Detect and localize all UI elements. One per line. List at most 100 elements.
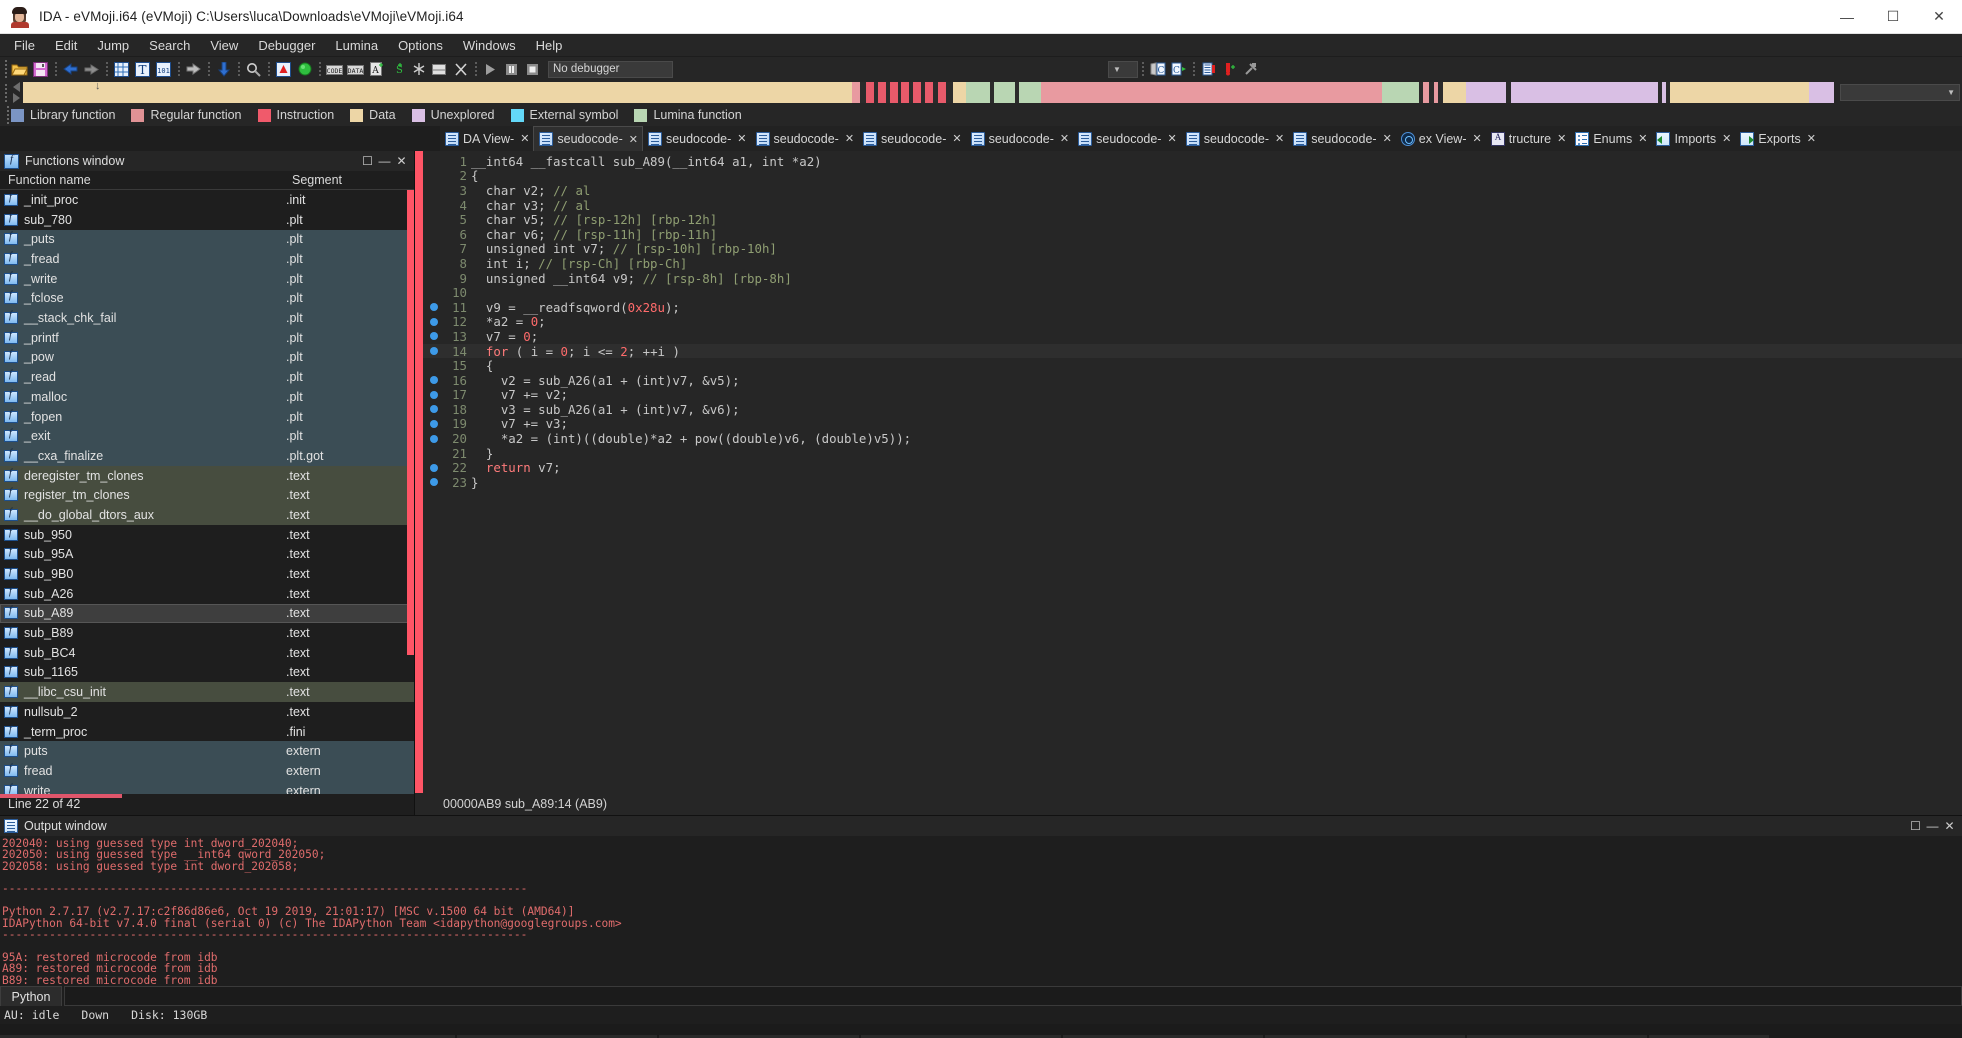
tab-close-icon[interactable]: ✕	[1167, 132, 1176, 145]
table-row[interactable]: _term_proc .fini	[0, 722, 414, 742]
table-row[interactable]: sub_780 .plt	[0, 210, 414, 230]
tab-close-icon[interactable]: ✕	[629, 133, 638, 146]
table-row[interactable]: _init_proc .init	[0, 190, 414, 210]
breakpoint-dot-icon[interactable]	[430, 303, 438, 312]
back-navigation-icon[interactable]	[60, 59, 81, 80]
breakpoint-dot-icon[interactable]	[430, 434, 438, 443]
pseudocode-line[interactable]: 6 char v6; // [rsp-11h] [rbp-11h]	[423, 227, 1962, 242]
navigation-band[interactable]	[23, 80, 1834, 103]
run-debugger-icon[interactable]	[480, 59, 501, 80]
debugger-select[interactable]: No debugger	[548, 60, 673, 78]
breakpoint-dot-icon[interactable]	[430, 405, 438, 414]
breakpoint-gutter[interactable]	[423, 419, 445, 428]
table-row[interactable]: deregister_tm_clones .text	[0, 465, 414, 486]
breakpoint-dot-icon[interactable]	[430, 317, 438, 326]
toolbar-grip[interactable]	[2, 60, 9, 78]
menu-help[interactable]: Help	[526, 35, 573, 56]
tab-close-icon[interactable]: ✕	[520, 132, 529, 145]
table-row[interactable]: _printf .plt	[0, 327, 414, 348]
column-header-function-name[interactable]: Function name	[0, 173, 292, 187]
breakpoint-dot-icon[interactable]	[430, 390, 438, 399]
table-row[interactable]: _write .plt	[0, 268, 414, 289]
pseudocode-line[interactable]: 17 v7 += v2;	[423, 387, 1962, 402]
pseudocode-line[interactable]: 13 v7 = 0;	[423, 329, 1962, 344]
table-row[interactable]: _exit .plt	[0, 426, 414, 447]
table-row[interactable]: fread extern	[0, 761, 414, 781]
make-ascii-icon[interactable]: A	[366, 59, 387, 80]
menu-jump[interactable]: Jump	[87, 35, 139, 56]
tab-close-icon[interactable]: ✕	[1638, 132, 1647, 145]
table-row[interactable]: _fclose .plt	[0, 288, 414, 309]
breakpoint-gutter[interactable]	[423, 478, 445, 487]
tab-close-icon[interactable]: ✕	[1383, 132, 1392, 145]
navband-options-dropdown[interactable]: ▼	[1840, 84, 1960, 101]
search-binary-icon[interactable]	[243, 59, 264, 80]
table-row[interactable]: puts extern	[0, 741, 414, 762]
menu-search[interactable]: Search	[139, 35, 200, 56]
maximize-button[interactable]: ☐	[1870, 0, 1916, 34]
menu-windows[interactable]: Windows	[453, 35, 526, 56]
console-tab-python[interactable]: Python	[0, 986, 62, 1006]
tab-seudocode--5[interactable]: seudocode- ✕	[966, 126, 1074, 151]
navband-arrows[interactable]	[9, 82, 23, 103]
tab-da-view--0[interactable]: DA View- ✕	[440, 126, 533, 151]
tab-seudocode--3[interactable]: seudocode- ✕	[751, 126, 859, 151]
table-row[interactable]: register_tm_clones .text	[0, 485, 414, 506]
make-array-icon[interactable]	[429, 59, 450, 80]
tab-seudocode--4[interactable]: seudocode- ✕	[858, 126, 966, 151]
menu-options[interactable]: Options	[388, 35, 453, 56]
breakpoint-gutter[interactable]	[423, 347, 445, 356]
output-window-maximize-button[interactable]: ☐	[1907, 817, 1924, 834]
breakpoint-dot-icon[interactable]	[430, 332, 438, 341]
table-row[interactable]: _fopen .plt	[0, 406, 414, 427]
pseudocode-line[interactable]: 5 char v5; // [rsp-12h] [rbp-12h]	[423, 212, 1962, 227]
table-row[interactable]: __stack_chk_fail .plt	[0, 308, 414, 328]
tab-close-icon[interactable]: ✕	[1807, 132, 1816, 145]
breakpoint-dot-icon[interactable]	[430, 419, 438, 428]
breakpoint-gutter[interactable]	[423, 434, 445, 443]
breakpoint-dot-icon[interactable]	[430, 347, 438, 356]
tab-close-icon[interactable]: ✕	[1557, 132, 1566, 145]
tab-seudocode--1[interactable]: seudocode- ✕	[533, 126, 643, 151]
toolbar-overflow-dropdown[interactable]: ▼	[1108, 60, 1138, 78]
pseudocode-line[interactable]: 2{	[423, 168, 1962, 183]
pseudocode-line[interactable]: 20 *a2 = (int)((double)*a2 + pow((double…	[423, 431, 1962, 446]
tab-close-icon[interactable]: ✕	[845, 132, 854, 145]
undefine-icon[interactable]	[450, 59, 471, 80]
open-file-icon[interactable]	[9, 59, 30, 80]
tab-close-icon[interactable]: ✕	[1722, 132, 1731, 145]
tab-close-icon[interactable]: ✕	[1060, 132, 1069, 145]
pseudocode-line[interactable]: 1 __int64 __fastcall sub_A89(__int64 a1, …	[423, 154, 1962, 169]
pseudocode-line[interactable]: 14 for ( i = 0; i <= 2; ++i )	[423, 344, 1962, 359]
table-row[interactable]: sub_BC4 .text	[0, 643, 414, 663]
save-icon[interactable]	[30, 59, 51, 80]
table-row[interactable]: _puts .plt	[0, 229, 414, 250]
menu-edit[interactable]: Edit	[45, 35, 87, 56]
tab-exports-13[interactable]: Exports ✕	[1735, 126, 1820, 151]
graph-view-icon[interactable]	[111, 59, 132, 80]
tab-seudocode--7[interactable]: seudocode- ✕	[1181, 126, 1289, 151]
menu-lumina[interactable]: Lumina	[325, 35, 388, 56]
table-row[interactable]: _pow .plt	[0, 347, 414, 368]
pseudocode-line[interactable]: 23}	[423, 475, 1962, 490]
table-row[interactable]: sub_9B0 .text	[0, 564, 414, 584]
make-string-icon[interactable]: S	[387, 59, 408, 80]
pseudocode-line[interactable]: 10	[423, 285, 1962, 300]
pseudocode-line[interactable]: 9 unsigned __int64 v9; // [rsp-8h] [rbp-…	[423, 271, 1962, 286]
tab-close-icon[interactable]: ✕	[737, 132, 746, 145]
pseudocode-text[interactable]: 1 __int64 __fastcall sub_A89(__int64 a1, …	[423, 151, 1962, 793]
pseudocode-line[interactable]: 18 v3 = sub_A26(a1 + (int)v7, &v6);	[423, 402, 1962, 417]
pseudocode-line[interactable]: 21 }	[423, 446, 1962, 461]
breakpoint-dot-icon[interactable]	[430, 376, 438, 385]
decompile-c-icon[interactable]: C	[1147, 59, 1168, 80]
lumina-pull-icon[interactable]	[1219, 59, 1240, 80]
tab-enums-11[interactable]: Enums ✕	[1570, 126, 1651, 151]
pseudocode-line[interactable]: 16 v2 = sub_A26(a1 + (int)v7, &v5);	[423, 373, 1962, 388]
pseudocode-line[interactable]: 19 v7 += v3;	[423, 416, 1962, 431]
table-row[interactable]: __do_global_dtors_aux .text	[0, 505, 414, 525]
breakpoint-dot-icon[interactable]	[430, 463, 438, 472]
breakpoint-dot-icon[interactable]	[430, 478, 438, 487]
output-window-close-button[interactable]: ✕	[1941, 817, 1958, 834]
breakpoint-gutter[interactable]	[423, 463, 445, 472]
table-row[interactable]: _read .plt	[0, 367, 414, 387]
